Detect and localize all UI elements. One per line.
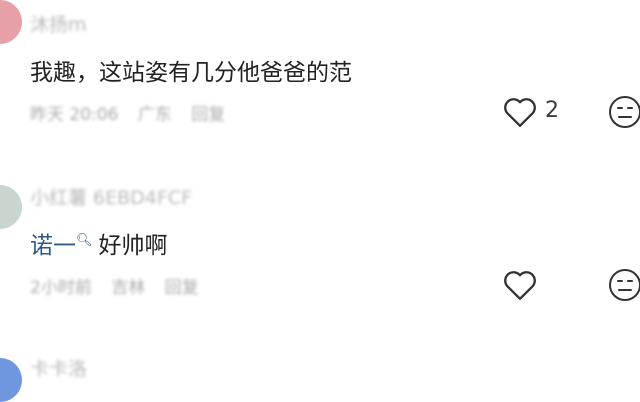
avatar[interactable] xyxy=(0,0,22,44)
comment-username[interactable]: 卡卡洛 xyxy=(30,354,87,381)
heart-icon xyxy=(504,271,536,300)
like-button[interactable] xyxy=(502,268,538,302)
comment-time: 2小时前 xyxy=(30,278,92,298)
avatar[interactable] xyxy=(0,358,22,402)
mention-link[interactable]: 诺一 xyxy=(30,233,76,259)
comment-meta: 昨天 20:06 广东 回复 xyxy=(30,100,239,125)
dislike-button[interactable] xyxy=(608,268,640,302)
comment-username[interactable]: 小红薯 6EBD4FCF xyxy=(30,183,192,210)
like-button[interactable] xyxy=(502,95,538,129)
comment-text-row: 诺一🔍︎ 好帅啊 xyxy=(30,226,168,260)
search-icon: 🔍︎ xyxy=(76,233,93,249)
reply-button[interactable]: 回复 xyxy=(191,105,225,125)
comment-location: 广东 xyxy=(137,105,172,125)
comment-text: 好帅啊 xyxy=(98,233,168,259)
comment-location: 吉林 xyxy=(111,278,146,298)
comment-time: 昨天 20:06 xyxy=(30,105,119,125)
reply-button[interactable]: 回复 xyxy=(165,278,199,298)
avatar[interactable] xyxy=(0,185,22,229)
comment-text: 我趣，这站姿有几分他爸爸的范 xyxy=(30,60,352,86)
heart-icon xyxy=(504,98,536,127)
comment-meta: 2小时前 吉林 回复 xyxy=(30,273,213,298)
dislike-button[interactable] xyxy=(608,95,640,129)
like-count: 2 xyxy=(545,98,559,123)
neutral-face-icon xyxy=(609,269,640,301)
comment-username[interactable]: 沐扬m xyxy=(30,10,87,37)
neutral-face-icon xyxy=(609,96,640,128)
